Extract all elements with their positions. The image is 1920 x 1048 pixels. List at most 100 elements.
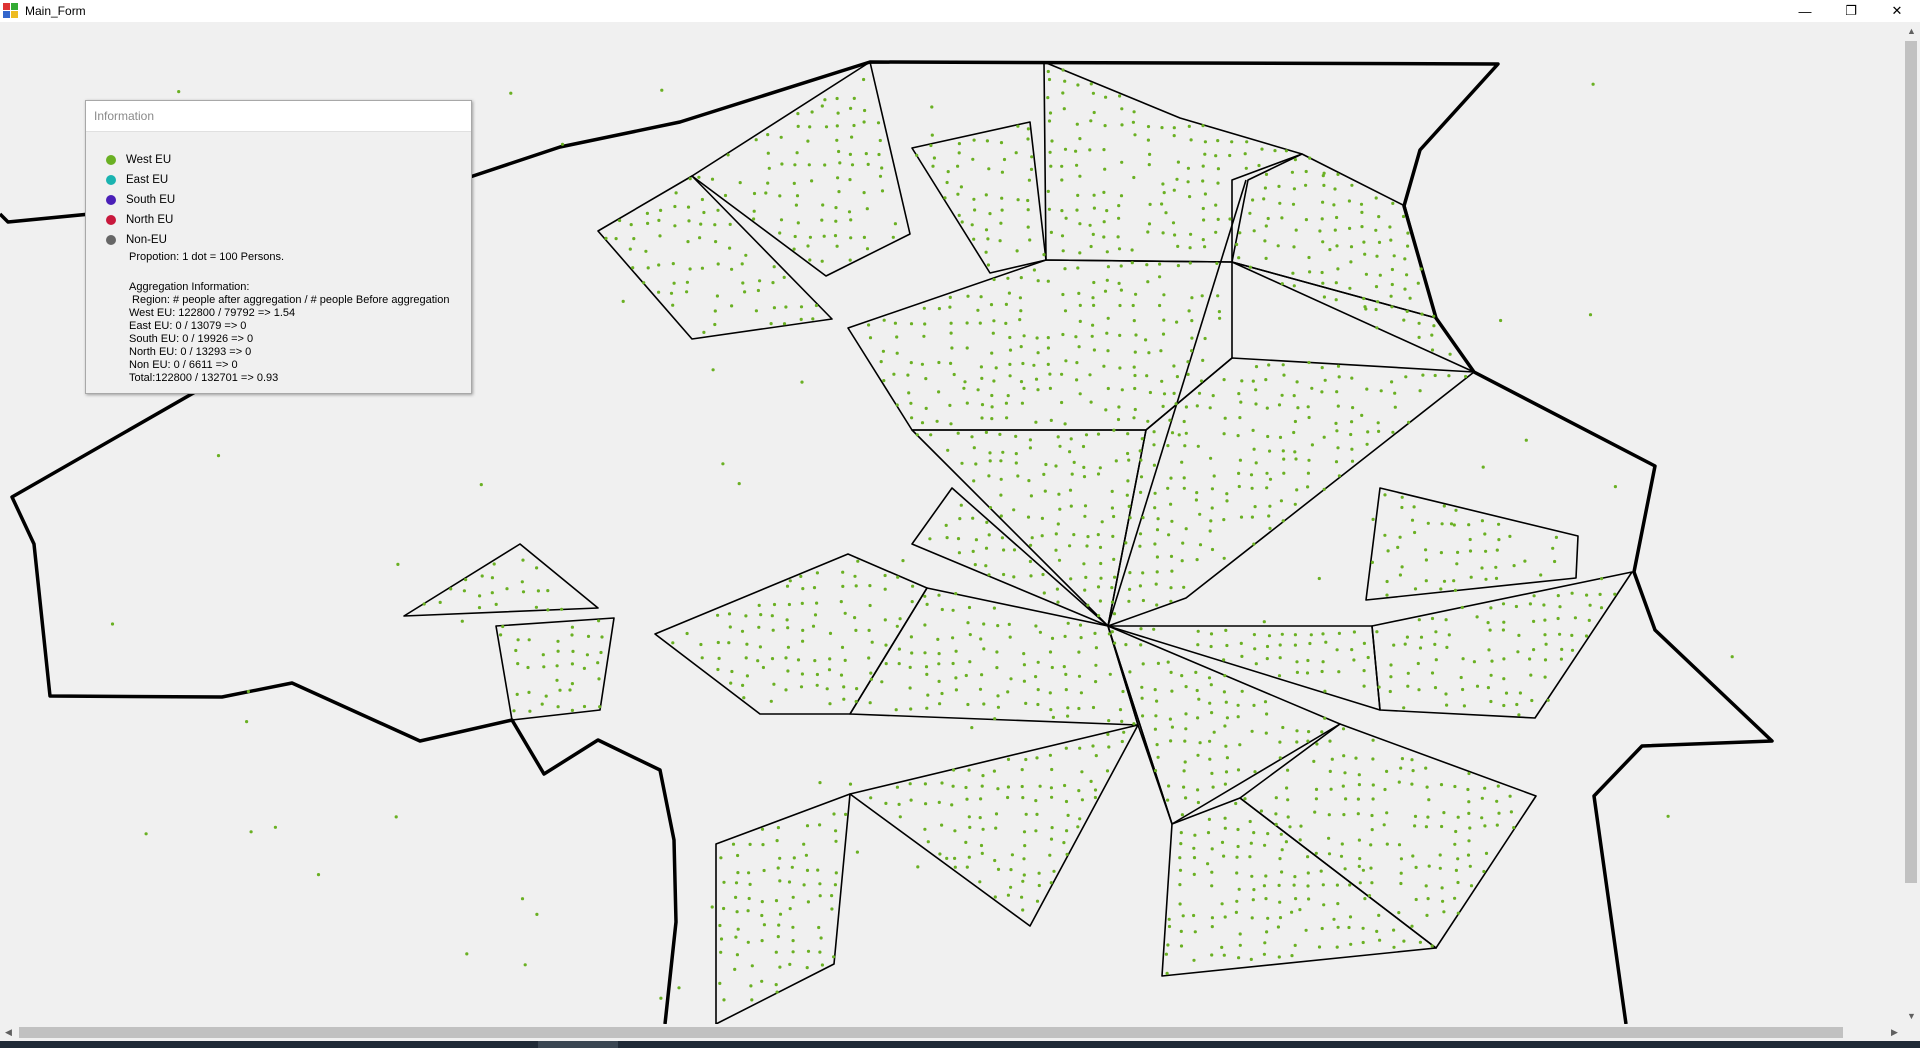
population-dot bbox=[1286, 815, 1290, 819]
population-dot bbox=[631, 266, 635, 270]
scroll-down-arrow-icon[interactable]: ▼ bbox=[1903, 1007, 1920, 1024]
population-dot bbox=[1139, 643, 1143, 647]
population-dot bbox=[1005, 416, 1009, 420]
population-dot bbox=[1468, 826, 1472, 830]
close-button[interactable]: ✕ bbox=[1874, 0, 1920, 22]
population-dot bbox=[1285, 786, 1289, 790]
population-dot bbox=[1061, 68, 1065, 72]
population-dot bbox=[1193, 930, 1197, 934]
population-dot bbox=[1502, 620, 1506, 624]
population-dot bbox=[741, 281, 745, 285]
population-dot bbox=[937, 390, 941, 394]
population-dot bbox=[924, 406, 928, 410]
population-dot bbox=[1532, 648, 1536, 652]
population-dot bbox=[930, 105, 934, 109]
population-dot bbox=[1208, 739, 1212, 743]
population-dot bbox=[1225, 492, 1229, 496]
population-dot bbox=[499, 633, 503, 637]
population-dot bbox=[1171, 221, 1176, 225]
population-dot bbox=[1186, 166, 1190, 170]
horizontal-scrollbar[interactable]: ◀ ▶ bbox=[0, 1024, 1903, 1041]
population-dot bbox=[1453, 784, 1457, 789]
population-dot bbox=[1389, 663, 1393, 667]
population-dot bbox=[842, 685, 846, 689]
population-dot bbox=[1235, 899, 1239, 903]
population-dot bbox=[1118, 708, 1123, 712]
population-dot bbox=[898, 815, 902, 819]
population-dot bbox=[1088, 148, 1092, 152]
minimize-button[interactable]: — bbox=[1782, 0, 1828, 22]
population-dot bbox=[1096, 432, 1101, 436]
population-dot bbox=[1062, 665, 1066, 669]
population-dot bbox=[988, 506, 993, 510]
population-dot bbox=[972, 237, 976, 241]
population-dot bbox=[1484, 577, 1488, 581]
horizontal-scroll-thumb[interactable] bbox=[19, 1027, 1843, 1038]
population-dot bbox=[1573, 616, 1577, 620]
population-dot bbox=[1411, 854, 1415, 858]
population-dot bbox=[1361, 940, 1365, 945]
population-dot bbox=[796, 221, 800, 225]
vertical-scroll-thumb[interactable] bbox=[1905, 41, 1917, 883]
population-dot bbox=[1128, 670, 1132, 674]
population-dot bbox=[1210, 916, 1214, 920]
population-dot bbox=[535, 566, 539, 570]
population-dot bbox=[1022, 386, 1026, 390]
population-dot bbox=[1294, 228, 1298, 232]
scroll-right-arrow-icon[interactable]: ▶ bbox=[1886, 1024, 1903, 1041]
population-dot bbox=[1167, 917, 1171, 921]
population-dot bbox=[953, 856, 957, 861]
population-dot bbox=[657, 290, 661, 294]
population-dot bbox=[1543, 658, 1548, 662]
population-dot bbox=[1376, 300, 1380, 304]
population-dot bbox=[838, 161, 842, 165]
population-dot bbox=[1072, 460, 1076, 464]
population-dot bbox=[1374, 196, 1378, 200]
population-dot bbox=[964, 673, 968, 678]
population-dot bbox=[1426, 897, 1430, 901]
population-dot bbox=[1322, 903, 1326, 907]
population-dot bbox=[1264, 256, 1268, 260]
population-dot bbox=[516, 638, 520, 642]
population-dot bbox=[957, 551, 962, 555]
population-dot bbox=[1050, 665, 1054, 670]
population-dot bbox=[989, 303, 994, 307]
population-dot bbox=[570, 662, 575, 666]
population-dot bbox=[534, 605, 539, 609]
population-dot bbox=[1293, 633, 1297, 637]
population-dot bbox=[1350, 447, 1354, 451]
restore-button[interactable]: ❐ bbox=[1828, 0, 1874, 22]
scroll-up-arrow-icon[interactable]: ▲ bbox=[1903, 22, 1920, 39]
information-panel[interactable]: Information West EU East EU South EU Nor… bbox=[85, 100, 472, 394]
population-dot bbox=[744, 656, 748, 660]
map-canvas[interactable]: Information West EU East EU South EU Nor… bbox=[0, 22, 1903, 1024]
population-dot bbox=[1106, 732, 1110, 737]
population-dot bbox=[1599, 606, 1604, 610]
population-dot bbox=[964, 785, 968, 790]
population-dot bbox=[1253, 647, 1257, 651]
population-dot bbox=[923, 827, 927, 831]
population-dot bbox=[1292, 187, 1296, 191]
population-dot bbox=[909, 707, 913, 711]
population-dot bbox=[1038, 784, 1042, 788]
population-dot bbox=[1357, 783, 1361, 787]
scroll-left-arrow-icon[interactable]: ◀ bbox=[0, 1024, 17, 1041]
population-dot bbox=[1453, 896, 1457, 900]
population-dot bbox=[1046, 346, 1050, 350]
population-dot bbox=[1250, 916, 1254, 920]
population-dot bbox=[1228, 217, 1232, 221]
population-dot bbox=[1125, 493, 1129, 497]
population-dot bbox=[895, 403, 899, 407]
population-dot bbox=[1293, 419, 1297, 424]
population-dot bbox=[1134, 292, 1138, 296]
population-dot bbox=[999, 221, 1003, 225]
population-dot bbox=[717, 656, 721, 661]
population-dot bbox=[1139, 475, 1144, 479]
population-dot bbox=[996, 867, 1001, 872]
vertical-scrollbar[interactable]: ▲ ▼ bbox=[1903, 22, 1920, 1024]
population-dot bbox=[1145, 263, 1149, 267]
population-dot bbox=[758, 645, 763, 649]
population-dot bbox=[1118, 333, 1122, 337]
population-dot bbox=[1452, 523, 1456, 527]
population-dot bbox=[1046, 362, 1050, 366]
